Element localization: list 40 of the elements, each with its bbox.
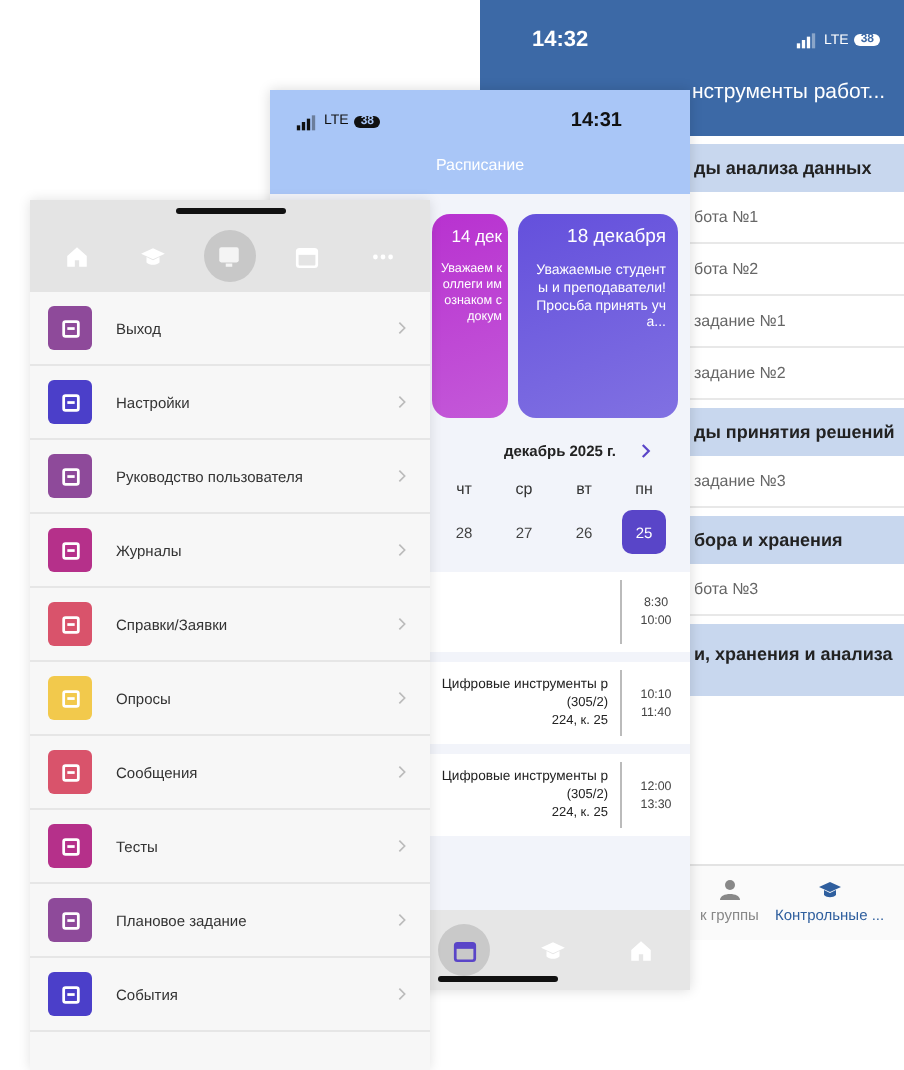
signal-icon [294, 111, 318, 131]
nav-tab[interactable] [438, 924, 490, 976]
weekday-label: вт [576, 480, 592, 498]
chevron-right-icon [394, 986, 410, 1002]
section-header: бора и хранения [690, 516, 904, 564]
card-date: 14 дек [449, 226, 502, 246]
home-indicator [175, 207, 285, 213]
section-header: и, хранения и анализа [690, 624, 904, 696]
chevron-right-icon [394, 394, 410, 410]
chevron-right-icon[interactable] [636, 442, 654, 460]
graduation-cap-icon [817, 878, 842, 902]
card-date: 18 декабря [565, 226, 666, 248]
status-time: 14:32 [532, 28, 589, 52]
weekday-label: ср [515, 480, 533, 498]
signal-icon [793, 30, 818, 50]
monitor-icon [216, 243, 243, 269]
home-icon [627, 937, 653, 963]
graduation-cap-icon [539, 937, 565, 963]
chevron-right-icon [394, 468, 410, 484]
screen-title: Расписание [435, 156, 525, 174]
chevron-right-icon [394, 912, 410, 928]
screen-title: нструменты работ... [692, 80, 886, 104]
chevron-right-icon [394, 838, 410, 854]
section-header: ды анализа данных [690, 144, 904, 192]
chevron-right-icon [394, 764, 410, 780]
section-header: ды принятия решений [690, 408, 904, 456]
chevron-right-icon [394, 542, 410, 558]
weekday-label: пн [635, 480, 653, 498]
status-time: 14:31 [570, 110, 622, 132]
person-icon [717, 878, 742, 902]
chevron-right-icon [394, 320, 410, 336]
calendar-icon [293, 243, 320, 269]
home-icon [63, 243, 90, 269]
graduation-cap-icon [140, 243, 167, 269]
tab-bar-item[interactable] [203, 230, 256, 282]
chevron-right-icon [394, 616, 410, 632]
calendar-icon [451, 937, 477, 963]
home-indicator [438, 976, 558, 982]
chevron-right-icon [394, 690, 410, 706]
weekday-label: чт [456, 480, 472, 498]
